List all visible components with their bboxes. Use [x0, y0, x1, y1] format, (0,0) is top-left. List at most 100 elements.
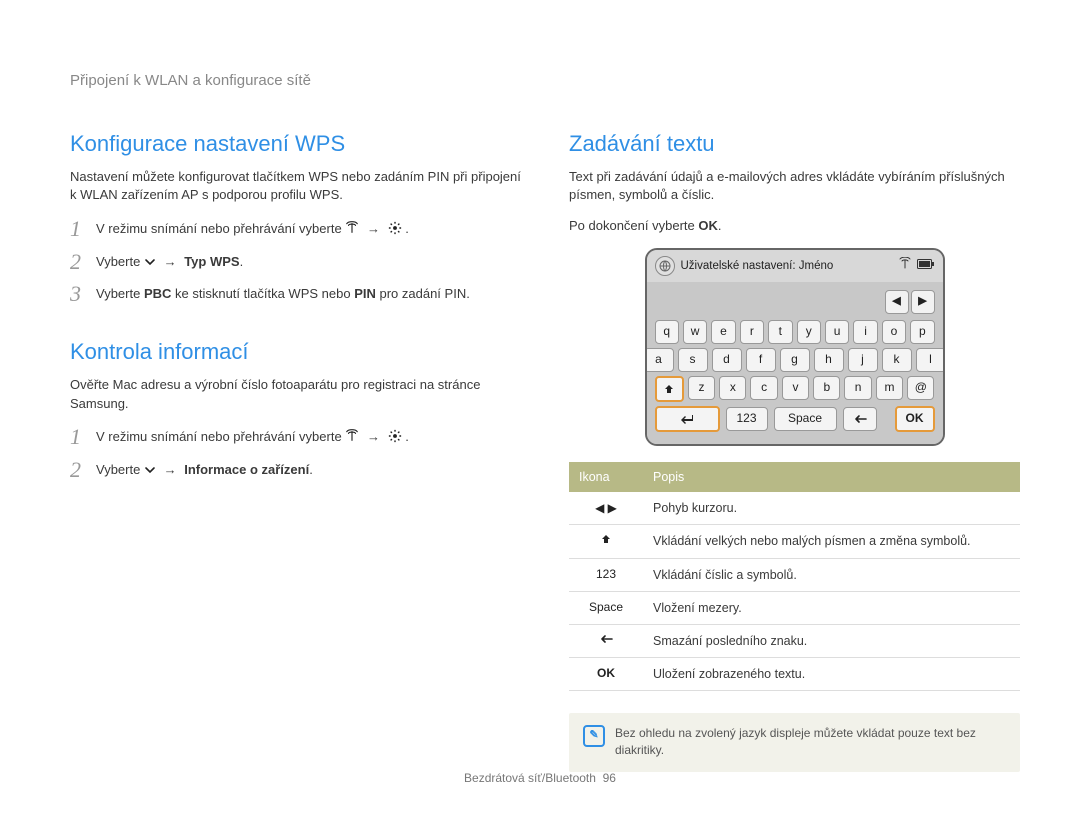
key-d[interactable]: d: [712, 348, 742, 372]
key-s[interactable]: s: [678, 348, 708, 372]
step-text: V režimu snímání nebo přehrávání vyberte: [96, 221, 342, 236]
arrow-glyph: →: [363, 221, 384, 236]
kbd-row-3: z x c v b n m @: [655, 376, 935, 402]
key-h[interactable]: h: [814, 348, 844, 372]
key-p[interactable]: p: [910, 320, 934, 344]
cell-icon: 123: [569, 558, 643, 591]
step-target: Typ WPS: [184, 254, 239, 269]
key-r[interactable]: r: [740, 320, 764, 344]
breadcrumb: Připojení k WLAN a konfigurace sítě: [70, 70, 1020, 92]
chevron-down-icon: [144, 464, 156, 476]
table-row: Space Vložení mezery.: [569, 591, 1020, 624]
key-space[interactable]: Space: [774, 407, 837, 431]
key-e[interactable]: e: [711, 320, 735, 344]
gear-icon: [388, 221, 402, 235]
step-number: 2: [70, 250, 96, 274]
key-k[interactable]: k: [882, 348, 912, 372]
key-u[interactable]: u: [825, 320, 849, 344]
cell-icon: ◀ ▶: [569, 492, 643, 525]
table-header-icon: Ikona: [569, 462, 643, 492]
key-m[interactable]: m: [876, 376, 903, 400]
wps-step-1: 1 V režimu snímání nebo přehrávání vyber…: [70, 217, 521, 241]
note-box: ✎ Bez ohledu na zvolený jazyk displeje m…: [569, 713, 1020, 772]
period: .: [405, 221, 409, 236]
key-t[interactable]: t: [768, 320, 792, 344]
cell-desc: Pohyb kurzoru.: [643, 492, 1020, 525]
gear-icon: [388, 429, 402, 443]
text-done: Po dokončení vyberte OK.: [569, 217, 1020, 236]
arrow-glyph: →: [160, 462, 181, 477]
step-text: Vyberte: [96, 254, 140, 269]
key-q[interactable]: q: [655, 320, 679, 344]
wps-intro: Nastavení můžete konfigurovat tlačítkem …: [70, 168, 521, 206]
key-o[interactable]: o: [882, 320, 906, 344]
key-a[interactable]: a: [645, 348, 674, 372]
battery-icon: [917, 257, 935, 274]
globe-icon: [655, 256, 675, 276]
note-icon: ✎: [583, 725, 605, 747]
cell-icon: OK: [569, 657, 643, 690]
shift-key[interactable]: [655, 376, 684, 402]
key-b[interactable]: b: [813, 376, 840, 400]
table-row: Vkládání velkých nebo malých písmen a zm…: [569, 525, 1020, 558]
kbd-body: ◀ ▶ q w e r t y u i o: [647, 282, 943, 444]
note-text: Bez ohledu na zvolený jazyk displeje můž…: [615, 725, 1006, 760]
cell-desc: Uložení zobrazeného textu.: [643, 657, 1020, 690]
key-n[interactable]: n: [844, 376, 871, 400]
key-w[interactable]: w: [683, 320, 707, 344]
manual-page: Připojení k WLAN a konfigurace sítě Konf…: [0, 0, 1080, 815]
icon-description-table: Ikona Popis ◀ ▶ Pohyb kurzoru. Vkládání …: [569, 462, 1020, 691]
cell-desc: Vložení mezery.: [643, 591, 1020, 624]
step-text: V režimu snímání nebo přehrávání vyberte: [96, 429, 342, 444]
cursor-right-button[interactable]: ▶: [911, 290, 935, 314]
return-key[interactable]: [655, 406, 720, 432]
kbd-header: Uživatelské nastavení: Jméno: [647, 250, 943, 282]
arrow-glyph: →: [160, 254, 181, 269]
table-row: Smazání posledního znaku.: [569, 624, 1020, 657]
antenna-icon: [345, 221, 359, 235]
info-step-2: 2 Vyberte → Informace o zařízení.: [70, 458, 521, 482]
key-i[interactable]: i: [853, 320, 877, 344]
key-y[interactable]: y: [797, 320, 821, 344]
key-j[interactable]: j: [848, 348, 878, 372]
info-step-1: 1 V režimu snímání nebo přehrávání vyber…: [70, 425, 521, 449]
cell-desc: Smazání posledního znaku.: [643, 624, 1020, 657]
key-x[interactable]: x: [719, 376, 746, 400]
key-v[interactable]: v: [782, 376, 809, 400]
step-number: 3: [70, 282, 96, 306]
key-at[interactable]: @: [907, 376, 934, 400]
cell-icon: [569, 525, 643, 558]
footer-page: 96: [603, 771, 616, 785]
info-intro: Ověřte Mac adresu a výrobní číslo fotoap…: [70, 376, 521, 414]
key-z[interactable]: z: [688, 376, 715, 400]
step-text: Vyberte: [96, 462, 140, 477]
key-123[interactable]: 123: [726, 407, 768, 431]
cursor-left-button[interactable]: ◀: [885, 290, 909, 314]
section-heading-wps: Konfigurace nastavení WPS: [70, 128, 521, 160]
cell-desc: Vkládání velkých nebo malých písmen a zm…: [643, 525, 1020, 558]
kbd-title: Uživatelské nastavení: Jméno: [681, 258, 893, 275]
cell-desc: Vkládání číslic a symbolů.: [643, 558, 1020, 591]
wps-step-3: 3 Vyberte PBC ke stisknutí tlačítka WPS …: [70, 282, 521, 306]
chevron-down-icon: [144, 256, 156, 268]
key-ok[interactable]: OK: [895, 406, 935, 432]
key-f[interactable]: f: [746, 348, 776, 372]
step-target: Informace o zařízení: [184, 462, 309, 477]
kbd-row-1: q w e r t y u i o p: [655, 320, 935, 344]
key-g[interactable]: g: [780, 348, 810, 372]
kbd-row-bottom: 123 Space OK: [655, 406, 935, 432]
backspace-key[interactable]: [843, 407, 877, 431]
page-footer: Bezdrátová síť/Bluetooth 96: [0, 770, 1080, 787]
step-number: 2: [70, 458, 96, 482]
cell-icon: [569, 624, 643, 657]
info-steps: 1 V režimu snímání nebo přehrávání vyber…: [70, 425, 521, 481]
step-number: 1: [70, 425, 96, 449]
signal-icon: [899, 257, 911, 274]
kbd-row-2: a s d f g h j k l: [655, 348, 935, 372]
table-row: 123 Vkládání číslic a symbolů.: [569, 558, 1020, 591]
onscreen-keyboard: Uživatelské nastavení: Jméno ◀ ▶: [645, 248, 945, 446]
key-l[interactable]: l: [916, 348, 945, 372]
wps-steps: 1 V režimu snímání nebo přehrávání vyber…: [70, 217, 521, 306]
cell-icon: Space: [569, 591, 643, 624]
key-c[interactable]: c: [750, 376, 777, 400]
